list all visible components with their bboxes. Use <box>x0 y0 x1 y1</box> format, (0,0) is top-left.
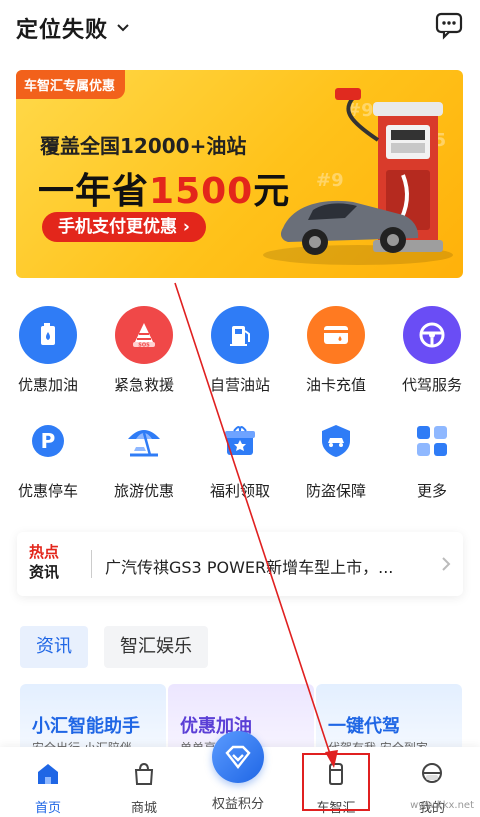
steering-wheel-icon <box>403 306 461 364</box>
service-label: 优惠停车 <box>17 482 78 500</box>
service-label: 代驾服务 <box>401 376 462 394</box>
service-welfare[interactable]: 福利领取 <box>192 412 288 501</box>
service-label: 更多 <box>416 482 447 500</box>
banner-cta-button[interactable]: 手机支付更优惠 › <box>42 212 206 242</box>
parking-icon: P <box>19 412 77 470</box>
svg-text:P: P <box>41 429 56 453</box>
chat-icon[interactable] <box>434 10 464 40</box>
shopping-bag-icon <box>134 762 154 785</box>
nav-label: 首页 <box>34 801 61 816</box>
service-label: 油卡充值 <box>305 376 366 394</box>
nav-mall[interactable]: 商城 <box>104 755 184 816</box>
diamond-icon <box>225 745 251 769</box>
news-ticker[interactable]: 热点 资讯 广汽传祺GS3 POWER新增车型上市，... <box>17 532 463 596</box>
service-fuel-discount[interactable]: 优惠加油 <box>0 306 96 395</box>
service-label: 自营油站 <box>209 376 270 394</box>
service-label: 紧急救援 <box>113 376 174 394</box>
avatar-icon <box>422 763 442 783</box>
service-label: 福利领取 <box>209 482 270 500</box>
sos-icon: SOS <box>115 306 173 364</box>
service-own-station[interactable]: 自营油站 <box>192 306 288 395</box>
service-label: 旅游优惠 <box>113 482 174 500</box>
nav-points[interactable]: 权益积分 <box>198 793 278 812</box>
nav-label: 商城 <box>130 801 157 816</box>
promo-banner[interactable]: #95 #95 #9 车智汇专属优惠 覆盖全国12000+油站 一年省1500元… <box>16 70 463 278</box>
header: 定位失败 <box>0 0 480 56</box>
beach-umbrella-icon <box>115 412 173 470</box>
gas-station-car-illustration <box>263 88 453 265</box>
card-title: 一键代驾 <box>328 716 400 737</box>
card-icon <box>307 306 365 364</box>
bottom-nav: 首页 商城 权益积分 车智汇 我的 <box>0 731 480 817</box>
nav-points-button[interactable] <box>212 731 264 783</box>
news-headline[interactable]: 广汽传祺GS3 POWER新增车型上市，... <box>105 554 425 578</box>
card-title: 小汇智能助手 <box>32 716 140 737</box>
service-more[interactable]: 更多 <box>384 412 480 501</box>
shield-icon <box>307 412 365 470</box>
svg-text:SOS: SOS <box>138 343 150 349</box>
banner-line1: 覆盖全国12000+油站 <box>40 134 247 158</box>
divider <box>91 550 92 578</box>
nav-label: 权益积分 <box>211 797 264 812</box>
gas-pump-icon <box>211 306 269 364</box>
service-anti-theft[interactable]: 防盗保障 <box>288 412 384 501</box>
service-label: 优惠加油 <box>17 376 78 394</box>
nav-home[interactable]: 首页 <box>8 755 88 816</box>
chevron-right-icon <box>442 557 451 571</box>
tab-news[interactable]: 资讯 <box>20 626 88 668</box>
feature-card-assistant[interactable]: 小汇智能助手 安全出行 小汇陪伴 <box>20 684 166 754</box>
highlight-box <box>302 753 370 811</box>
tab-entertainment[interactable]: 智汇娱乐 <box>104 626 208 668</box>
chevron-down-icon <box>117 24 129 32</box>
location-label: 定位失败 <box>16 18 109 43</box>
hot-news-badge: 热点 资讯 <box>29 543 60 581</box>
banner-tag: 车智汇专属优惠 <box>16 70 126 99</box>
home-icon <box>38 764 58 784</box>
service-label: 防盗保障 <box>305 482 366 500</box>
watermark: www.kkx.net <box>410 800 474 811</box>
grid-icon <box>403 412 461 470</box>
service-travel[interactable]: 旅游优惠 <box>96 412 192 501</box>
feature-card-driver[interactable]: 一键代驾 代驾有我 安全到家 <box>316 684 462 754</box>
fuel-can-icon <box>19 306 77 364</box>
service-designated-driver[interactable]: 代驾服务 <box>384 306 480 395</box>
location-selector[interactable]: 定位失败 <box>16 12 130 44</box>
gift-icon <box>211 412 269 470</box>
service-emergency-rescue[interactable]: SOS 紧急救援 <box>96 306 192 395</box>
service-parking[interactable]: P 优惠停车 <box>0 412 96 501</box>
service-fuel-card-recharge[interactable]: 油卡充值 <box>288 306 384 395</box>
